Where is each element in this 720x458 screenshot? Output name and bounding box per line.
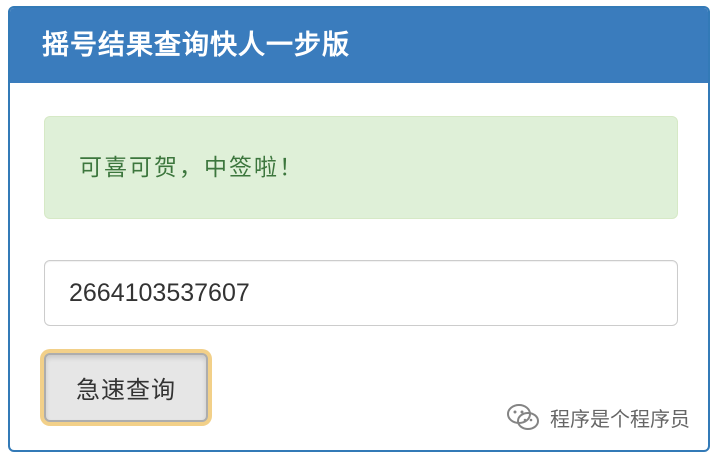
watermark-text: 程序是个程序员 xyxy=(550,406,690,431)
query-panel: 摇号结果查询快人一步版 可喜可贺，中签啦！ 急速查询 程序是个程序员 xyxy=(8,6,710,452)
watermark: 程序是个程序员 xyxy=(506,402,690,432)
panel-title: 摇号结果查询快人一步版 xyxy=(42,30,350,61)
panel-heading: 摇号结果查询快人一步版 xyxy=(10,8,708,83)
code-input[interactable] xyxy=(44,260,678,326)
fast-query-button[interactable]: 急速查询 xyxy=(44,353,208,422)
success-alert: 可喜可贺，中签啦！ xyxy=(44,116,678,219)
wechat-icon xyxy=(507,404,539,430)
alert-message: 可喜可贺，中签啦！ xyxy=(79,155,304,181)
